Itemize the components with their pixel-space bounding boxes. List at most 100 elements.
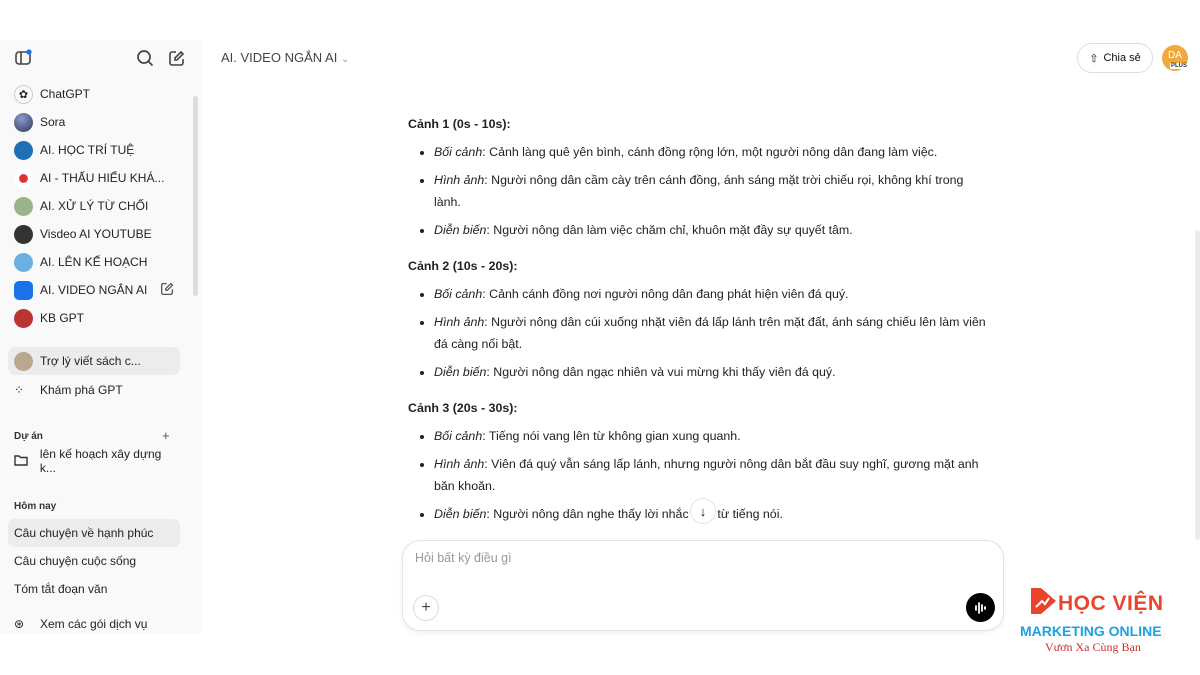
gpt-avatar [14,308,33,328]
chevron-down-icon: ⌄ [340,54,350,65]
project-item[interactable]: lên kế hoạch xây dựng k... [8,447,180,475]
item-value: : Viên đá quý vẫn sáng lấp lánh, nhưng n… [434,457,979,493]
folder-icon [14,454,33,469]
scene-section: Cảnh 1 (0s - 10s): Bối cảnh: Cảnh làng qu… [408,113,988,241]
sidebar: ✿ ChatGPT Sora AI. HỌC TRÍ TUỆ AI - THẤU … [0,40,202,634]
composer: + [402,540,1004,631]
item-key: Hình ảnh [434,315,485,329]
scene-title: Cảnh 1 (0s - 10s): [408,117,511,131]
sidebar-gpt[interactable]: AI - THẤU HIỂU KHÁ... [8,164,180,192]
explore-gpts[interactable]: ⁘ Khám phá GPT [8,376,180,404]
project-label: lên kế hoạch xây dựng k... [39,447,162,475]
item-value: : Tiếng nói vang lên từ không gian xung … [482,429,741,443]
gpt-avatar [14,140,33,160]
sidebar-gpt[interactable]: AI. HỌC TRÍ TUỆ [8,136,180,164]
scene-item: Bối cảnh: Cảnh làng quê yên bình, cánh đ… [434,141,988,163]
gpt-label: Trợ lý viết sách c... [40,354,141,368]
item-value: : Người nông dân ngạc nhiên và vui mừng … [486,365,836,379]
explore-label: Khám phá GPT [40,383,123,397]
hoc-vien-logo: HỌC VIỆN MARKETING ONLINE Vươn Xa Cùng B… [1018,586,1183,656]
item-key: Diễn biến [434,223,487,237]
item-key: Bối cảnh [434,287,483,301]
sidebar-gpt[interactable]: Visdeo AI YOUTUBE [8,220,180,248]
gpt-avatar [14,224,33,244]
gpt-avatar [14,168,33,188]
plus-badge: PLUS [1170,63,1189,69]
projects-heading: Dự án [14,431,43,442]
scene-item: Diễn biến: Người nông dân làm việc chăm … [434,219,988,241]
scene-item: Hình ảnh: Người nông dân cầm cày trên cá… [434,169,988,213]
chat-label: Câu chuyện về hạnh phúc [14,526,154,540]
item-key: Hình ảnh [434,457,485,471]
share-label: Chia sẻ [1103,52,1141,64]
item-key: Bối cảnh [434,429,483,443]
item-value: : Người nông dân cầm cày trên cánh đồng,… [434,173,964,209]
item-value: : Cảnh làng quê yên bình, cánh đồng rộng… [482,145,938,159]
gpt-title: AI. VIDEO NGẮN AI [221,50,338,65]
chat-item[interactable]: Câu chuyện về hạnh phúc [8,519,180,547]
scene-title: Cảnh 2 (10s - 20s): [408,259,518,273]
sidebar-gpt-active[interactable]: AI. VIDEO NGẮN AI [8,276,180,304]
upgrade-plans[interactable]: ⊛ Xem các gói dịch vụ [8,610,180,634]
header: AI. VIDEO NGẮN AI ⌄ ⇧ Chia sẻ DA PLUS [202,40,1200,76]
scene-title: Cảnh 3 (20s - 30s): [408,401,518,415]
item-key: Diễn biến [434,365,487,379]
item-key: Bối cảnh [434,145,483,159]
gpt-avatar [14,351,33,371]
play-logo-icon [1031,588,1056,614]
sidebar-toggle-icon[interactable] [12,48,34,68]
logo-line1: HỌC VIỆN [1058,592,1164,615]
scene-item: Hình ảnh: Người nông dân cúi xuống nhặt … [434,311,988,355]
logo-line3: Vươn Xa Cùng Bạn [1045,640,1141,654]
today-heading: Hôm nay [14,501,57,512]
grid-icon: ⁘ [14,383,25,397]
gpt-label: AI. LÊN KẾ HOẠCH [40,255,148,269]
sidebar-gpt[interactable]: AI. XỬ LÝ TỪ CHỐI [8,192,180,220]
search-icon[interactable] [135,48,155,68]
gpt-label: Sora [40,115,66,129]
item-value: : Người nông dân làm việc chăm chỉ, khuô… [486,223,853,237]
scene-section: Cảnh 2 (10s - 20s): Bối cảnh: Cảnh cánh đ… [408,255,988,383]
sidebar-scrollbar[interactable] [193,96,198,296]
sidebar-gpt[interactable]: KB GPT [8,304,180,332]
edit-icon[interactable] [160,282,174,299]
plus-icon: + [421,599,431,616]
share-button[interactable]: ⇧ Chia sẻ [1077,43,1153,73]
add-attachment-button[interactable]: + [413,595,439,621]
scene-item: Bối cảnh: Cảnh cánh đồng nơi người nông … [434,283,988,305]
new-chat-icon[interactable] [166,48,186,68]
sidebar-gpt-chatgpt[interactable]: ✿ ChatGPT [8,80,180,108]
item-key: Diễn biến [434,507,487,521]
video-camera-icon [14,280,33,300]
message-input[interactable] [415,551,975,565]
arrow-down-icon: ↓ [699,503,707,519]
add-project-icon[interactable]: + [162,428,170,443]
gpt-label: KB GPT [40,311,85,325]
logo-line2: MARKETING ONLINE [1020,623,1162,639]
gpt-avatar [14,196,33,216]
scroll-down-button[interactable]: ↓ [690,498,716,524]
sidebar-gpt[interactable]: AI. LÊN KẾ HOẠCH [8,248,180,276]
sidebar-gpt-sora[interactable]: Sora [8,108,180,136]
chat-item[interactable]: Câu chuyện cuộc sống [8,547,180,575]
scene-item: Diễn biến: Người nông dân ngạc nhiên và … [434,361,988,383]
gpt-title-dropdown[interactable]: AI. VIDEO NGẮN AI ⌄ [221,50,349,65]
item-value: : Người nông dân cúi xuống nhặt viên đá … [434,315,986,351]
gpt-label: AI. XỬ LÝ TỪ CHỐI [40,199,149,213]
gpt-label: Visdeo AI YOUTUBE [40,227,152,241]
gpt-label: AI. HỌC TRÍ TUỆ [40,143,135,157]
item-value: : Cảnh cánh đồng nơi người nông dân đang… [482,287,849,301]
chat-item[interactable]: Tóm tắt đoạn văn [8,575,180,603]
main-scrollbar[interactable] [1195,230,1200,540]
gpt-label: AI - THẤU HIỂU KHÁ... [40,171,165,185]
gpt-avatar [14,112,33,132]
upgrade-label: Xem các gói dịch vụ [40,617,148,631]
sidebar-gpt[interactable]: Trợ lý viết sách c... [8,347,180,375]
scene-list: Bối cảnh: Cảnh cánh đồng nơi người nông … [408,283,988,383]
voice-mode-button[interactable] [966,593,995,622]
item-key: Hình ảnh [434,173,485,187]
item-value: : Người nông dân nghe thấy lời nhắc nhở … [486,507,783,521]
gpt-label: ChatGPT [40,87,91,101]
scene-item: Bối cảnh: Tiếng nói vang lên từ không gi… [434,425,988,447]
share-icon: ⇧ [1089,52,1099,65]
